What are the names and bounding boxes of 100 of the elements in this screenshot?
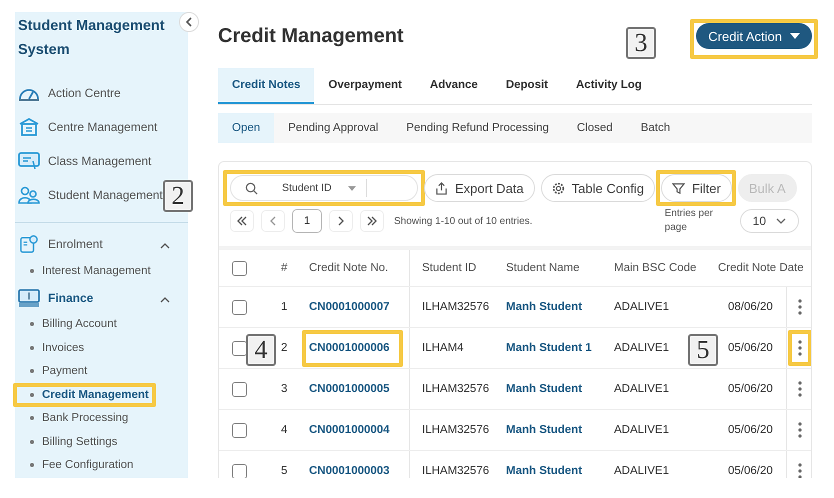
table-cell: ADALIVE1 (614, 383, 669, 395)
tab[interactable]: Overpayment (314, 68, 416, 104)
table-cell: 05/06/20 (728, 383, 773, 395)
subtab[interactable]: Batch (626, 113, 684, 143)
table-cell: ADALIVE1 (614, 301, 669, 313)
subtab[interactable]: Pending Approval (274, 113, 392, 143)
more-icon (798, 340, 802, 356)
nav-subitem[interactable]: Payment (18, 363, 90, 380)
more-icon (798, 422, 802, 438)
nav-group[interactable]: Enrolment (48, 237, 103, 251)
field-selector[interactable]: Student ID (282, 182, 332, 194)
column-header: Student ID (409, 250, 506, 286)
nav-subitem[interactable]: Fee Configuration (18, 457, 136, 474)
student-name-link[interactable]: Manh Student (506, 424, 582, 436)
search-field[interactable]: Student ID (230, 175, 418, 201)
credit-note-link[interactable]: CN0001000006 (309, 342, 390, 354)
settings-icon (552, 182, 565, 194)
table-cell: ILHAM4 (409, 328, 506, 368)
table-cell: 05/06/20 (728, 465, 773, 477)
credit-note-link[interactable]: CN0001000005 (309, 383, 390, 395)
number-callout: 3 (626, 27, 656, 59)
chevron-left-icon (185, 17, 193, 27)
entries-per-page-select[interactable]: 10 (740, 209, 799, 233)
nav-item[interactable]: Student Management (48, 188, 163, 202)
table-cell: ILHAM32576 (409, 410, 506, 450)
nav-item[interactable]: Action Centre (48, 86, 121, 100)
column-header: Credit Note No. (308, 261, 390, 276)
checkbox[interactable] (232, 260, 246, 276)
table-cell: 2 (281, 342, 288, 354)
student-name-link[interactable]: Manh Student (506, 301, 582, 313)
collapse-button[interactable] (179, 12, 199, 32)
subtab[interactable]: Closed (562, 113, 627, 143)
chevron-icon (776, 218, 786, 224)
first-page-button[interactable] (230, 210, 254, 232)
whiteboard-icon (18, 152, 40, 170)
export-button[interactable]: Export Data (424, 174, 535, 202)
table-cell: 05/06/20 (728, 342, 773, 354)
entries-summary: Showing 1-10 out of 10 entries. (394, 216, 532, 226)
tab[interactable]: Advance (416, 68, 492, 104)
credit-note-link[interactable]: CN0001000004 (309, 424, 390, 436)
building-icon (18, 118, 40, 136)
nav-subitem[interactable]: Billing Account (18, 316, 120, 332)
chevron-left-icon (269, 216, 277, 226)
table-cell: ADALIVE1 (614, 465, 669, 477)
table-cell: 1 (281, 301, 288, 313)
chevron-icon[interactable] (160, 243, 170, 249)
filter-button[interactable]: Filter (660, 174, 732, 202)
double-chevron-right-icon (366, 216, 378, 226)
next-page-button[interactable] (329, 210, 353, 232)
users-icon (18, 186, 40, 204)
tab[interactable]: Deposit (492, 68, 562, 104)
nav-item[interactable]: Class Management (48, 154, 152, 168)
nav-subitem[interactable]: Credit Management (18, 386, 152, 403)
nav-subitem[interactable]: Interest Management (18, 262, 154, 279)
nav-subitem[interactable]: Invoices (18, 340, 88, 356)
table-cell: 3 (281, 383, 288, 395)
double-chevron-left-icon (236, 216, 248, 226)
nav-subitem[interactable]: Bank Processing (18, 410, 132, 426)
credit-note-link[interactable]: CN0001000003 (309, 465, 390, 477)
credit-action-button[interactable]: Credit Action (696, 23, 812, 49)
student-name-link[interactable]: Manh Student (506, 383, 582, 395)
checkbox[interactable] (232, 340, 246, 356)
nav-group[interactable]: Finance (48, 290, 94, 304)
tab[interactable]: Activity Log (562, 68, 656, 104)
last-page-button[interactable] (360, 210, 384, 232)
nav-item[interactable]: Centre Management (48, 120, 158, 134)
caret-icon (790, 33, 800, 39)
subtab[interactable]: Open (218, 113, 274, 143)
table-cell: ILHAM32576 (409, 369, 506, 409)
credit-note-link[interactable]: CN0001000007 (309, 301, 390, 313)
more-icon (798, 299, 802, 315)
previous-page-button[interactable] (261, 210, 285, 232)
column-header: Credit Note Date (718, 261, 805, 276)
checkbox[interactable] (232, 422, 246, 438)
column-header: Main BSC Code (614, 261, 698, 276)
more-icon (798, 463, 802, 478)
table-cell: ILHAM32576 (409, 451, 506, 478)
tab[interactable]: Credit Notes (218, 68, 314, 104)
subtab[interactable]: Pending Refund Processing (392, 113, 563, 143)
checkbox[interactable] (232, 464, 246, 478)
checkbox[interactable] (232, 300, 246, 314)
page-title: Credit Management (218, 24, 404, 48)
form-icon (18, 235, 40, 253)
checkbox[interactable] (232, 382, 246, 396)
app-title: Student Management System (18, 17, 166, 60)
nav-subitem[interactable]: Billing Settings (18, 434, 120, 450)
column-header: Student Name (506, 261, 581, 276)
table-cell: ADALIVE1 (614, 342, 669, 354)
search-icon (245, 182, 258, 194)
number-callout: 5 (688, 334, 718, 366)
upload-icon (435, 182, 448, 194)
page-number-field[interactable]: 1 (292, 209, 322, 233)
entries-per-page-label: Entries per page (664, 207, 714, 235)
table-cell: 4 (281, 424, 288, 436)
student-name-link[interactable]: Manh Student (506, 465, 582, 477)
student-name-link[interactable]: Manh Student 1 (506, 342, 592, 354)
chevron-icon[interactable] (160, 296, 170, 302)
config-button[interactable]: Table Config (540, 174, 655, 202)
table-cell: 05/06/20 (728, 424, 773, 436)
table-cell: 5 (281, 465, 288, 477)
